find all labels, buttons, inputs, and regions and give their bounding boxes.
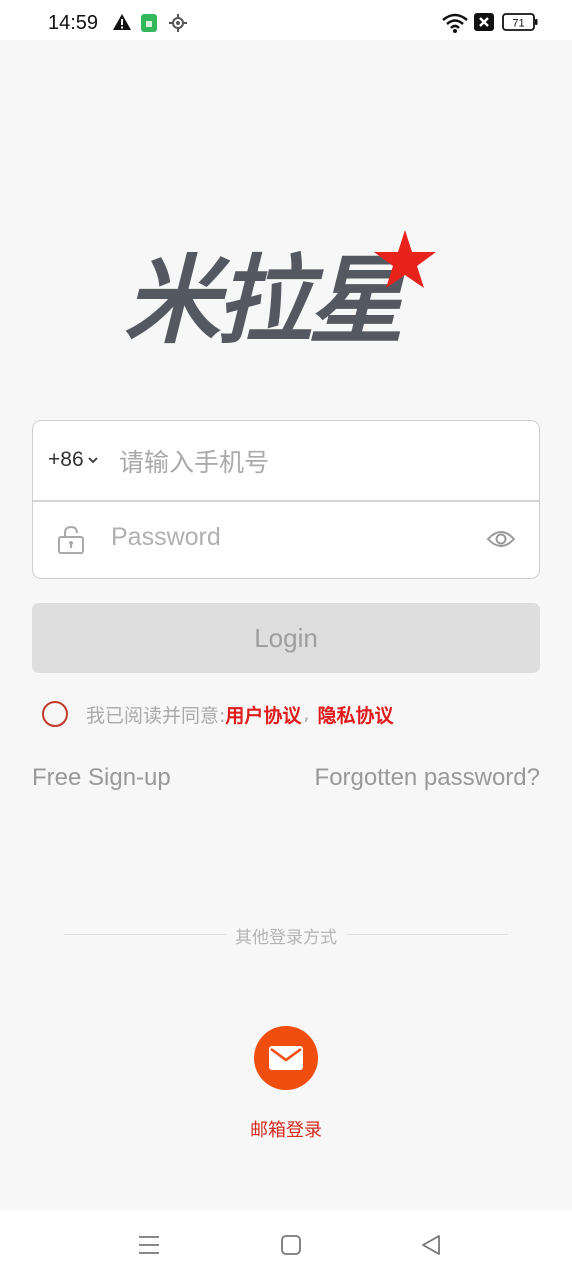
location-icon — [168, 13, 188, 37]
eye-icon[interactable] — [486, 528, 516, 554]
system-nav-bar — [0, 1210, 572, 1280]
phone-placeholder: 请输入手机号 — [119, 448, 270, 477]
app-logo: 米拉星 — [120, 222, 450, 357]
divider-left — [64, 934, 226, 935]
privacy-policy-link[interactable]: 隐私协议 — [317, 701, 393, 728]
free-signup-link[interactable]: Free Sign-up — [32, 764, 171, 792]
svg-text:米拉星: 米拉星 — [124, 245, 410, 352]
login-form: +86 请输入手机号 Password — [32, 420, 540, 579]
status-time: 14:59 — [48, 12, 99, 34]
other-login-title: 其他登录方式 — [235, 928, 337, 948]
wifi-icon — [442, 13, 468, 37]
svg-text:71: 71 — [512, 18, 524, 30]
agreement-prefix: 我已阅读并同意: — [86, 704, 226, 727]
country-code-label: +86 — [48, 448, 84, 471]
no-signal-icon — [474, 13, 494, 35]
country-code-selector[interactable]: +86 — [48, 448, 99, 472]
mail-icon — [269, 1046, 303, 1070]
agreement-row: 我已阅读并同意: 用户协议 , 隐私协议 — [42, 700, 393, 728]
user-agreement-link[interactable]: 用户协议 — [225, 701, 301, 728]
sim-icon — [140, 13, 158, 37]
phone-input[interactable]: 请输入手机号 — [119, 443, 519, 479]
email-login-label[interactable]: 邮箱登录 — [226, 1116, 346, 1142]
home-icon[interactable] — [280, 1234, 302, 1260]
battery-icon: 71 — [502, 13, 538, 35]
email-login-button[interactable] — [254, 1026, 318, 1090]
unlock-icon — [57, 525, 85, 559]
warning-icon — [112, 13, 132, 35]
password-placeholder: Password — [111, 523, 221, 551]
divider-right — [346, 934, 508, 935]
form-divider — [33, 500, 539, 502]
login-button-label: Login — [254, 622, 318, 653]
chevron-down-icon — [87, 457, 98, 464]
agreement-checkbox[interactable] — [42, 701, 68, 727]
agreement-separator: , — [303, 703, 310, 725]
menu-icon[interactable] — [138, 1234, 160, 1260]
back-icon[interactable] — [420, 1234, 442, 1260]
status-bar: 14:59 71 — [0, 0, 572, 40]
forgot-password-link[interactable]: Forgotten password? — [315, 764, 540, 792]
login-button[interactable]: Login — [32, 603, 540, 673]
password-input[interactable]: Password — [111, 523, 471, 559]
